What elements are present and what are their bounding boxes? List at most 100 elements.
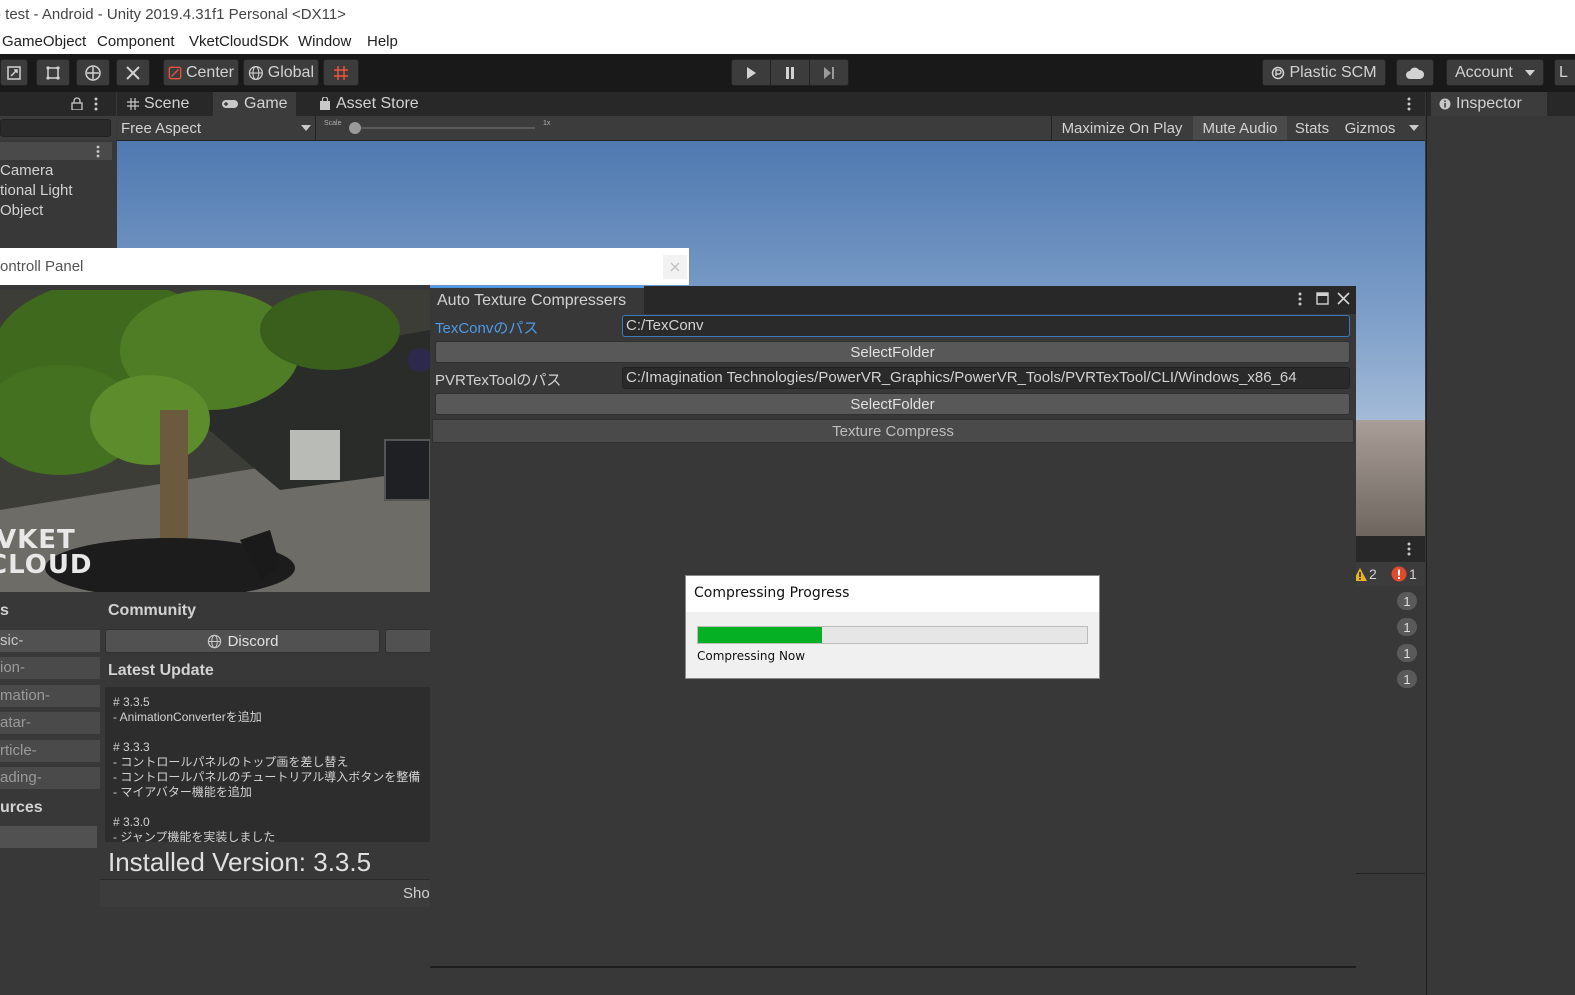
select-folder-label: SelectFolder bbox=[850, 395, 935, 413]
rect-tool-button[interactable] bbox=[36, 59, 70, 86]
pivot-center-button[interactable]: Center bbox=[163, 59, 239, 86]
changelog-line: - AnimationConverterを追加 bbox=[113, 710, 262, 724]
aspect-label: Free Aspect bbox=[121, 119, 202, 137]
tab-auto-texture[interactable]: Auto Texture Compressers bbox=[430, 286, 644, 314]
gizmos-toggle[interactable]: Gizmos bbox=[1337, 116, 1403, 140]
console-row-count-badge: 1 bbox=[1397, 644, 1417, 662]
account-dropdown[interactable]: Account bbox=[1446, 59, 1544, 86]
more-vertical-icon[interactable] bbox=[94, 97, 98, 111]
progress-bar-track bbox=[697, 626, 1088, 644]
show-button[interactable]: Sho bbox=[100, 879, 430, 907]
changelog-line: - マイアバター機能を追加 bbox=[113, 785, 252, 799]
step-button[interactable] bbox=[809, 59, 849, 86]
maximize-on-play-toggle[interactable]: Maximize On Play bbox=[1051, 116, 1192, 140]
close-icon bbox=[670, 262, 680, 272]
tab-inspector[interactable]: Inspector bbox=[1431, 92, 1547, 116]
globe-icon bbox=[248, 65, 263, 80]
hero-image: VKET CLOUD bbox=[0, 290, 430, 592]
side-item-action[interactable]: ion- bbox=[0, 657, 100, 679]
globe-icon bbox=[207, 634, 221, 648]
transform-tool-button[interactable] bbox=[76, 59, 110, 86]
hash-icon bbox=[127, 98, 139, 110]
pvrtextool-select-folder-button[interactable]: SelectFolder bbox=[435, 393, 1350, 415]
lock-icon[interactable] bbox=[71, 97, 83, 110]
cloud-button[interactable] bbox=[1396, 59, 1434, 86]
vket-cloud-logo: VKET CLOUD bbox=[0, 527, 93, 578]
texture-compress-label: Texture Compress bbox=[832, 422, 954, 440]
scale-slider-thumb[interactable] bbox=[349, 122, 361, 134]
progress-bar-fill bbox=[698, 627, 823, 643]
hierarchy-item-camera[interactable]: Camera bbox=[0, 162, 53, 179]
rect-tool-icon bbox=[46, 65, 60, 80]
scale-slider-track[interactable] bbox=[353, 127, 535, 129]
texconv-path-input[interactable]: C:/TexConv bbox=[622, 315, 1350, 337]
tab-scene[interactable]: Scene bbox=[119, 92, 197, 116]
scale-label: Scale bbox=[324, 120, 342, 127]
menu-component[interactable]: Component bbox=[97, 33, 175, 50]
console-row-count-badge: 1 bbox=[1397, 670, 1417, 688]
scale-tool-button[interactable] bbox=[0, 59, 28, 86]
changelog-line: # 3.3.3 bbox=[113, 740, 150, 754]
console-row-count-badge: 1 bbox=[1397, 592, 1417, 610]
more-vertical-icon[interactable] bbox=[1407, 542, 1411, 556]
side-item-particle[interactable]: rticle- bbox=[0, 740, 100, 762]
gizmos-label: Gizmos bbox=[1344, 119, 1396, 137]
plastic-scm-button[interactable]: Plastic SCM bbox=[1262, 59, 1386, 86]
discord-button[interactable]: Discord bbox=[105, 629, 380, 653]
layers-dropdown[interactable]: L bbox=[1554, 59, 1575, 86]
control-panel-close-button[interactable] bbox=[663, 255, 687, 279]
warning-count-toggle[interactable]: 2 bbox=[1353, 564, 1387, 584]
resources-button[interactable] bbox=[0, 826, 97, 848]
stats-toggle[interactable]: Stats bbox=[1288, 116, 1336, 140]
chevron-down-icon[interactable] bbox=[1409, 125, 1419, 132]
error-icon bbox=[1391, 566, 1407, 582]
pvrtextool-path-input[interactable]: C:/Imagination Technologies/PowerVR_Grap… bbox=[622, 367, 1350, 389]
account-label: Account bbox=[1455, 63, 1513, 81]
tab-scene-label: Scene bbox=[144, 95, 190, 112]
more-vertical-icon[interactable] bbox=[1407, 97, 1411, 111]
hierarchy-item-object[interactable]: Object bbox=[0, 202, 43, 219]
grid-snap-button[interactable] bbox=[323, 59, 359, 86]
pause-button[interactable] bbox=[770, 59, 810, 86]
pause-icon bbox=[786, 66, 794, 79]
menu-window[interactable]: Window bbox=[298, 33, 351, 50]
texture-compress-button[interactable]: Texture Compress bbox=[432, 419, 1354, 443]
window-title: - test - Android - Unity 2019.4.31f1 Per… bbox=[0, 6, 346, 23]
main-toolbar: Center Global Plastic SCM Account L bbox=[0, 54, 1575, 92]
more-vertical-icon[interactable] bbox=[96, 145, 100, 158]
tab-game[interactable]: Game bbox=[213, 92, 296, 116]
mute-label: Mute Audio bbox=[1202, 119, 1278, 137]
tab-inspector-label: Inspector bbox=[1456, 95, 1522, 112]
error-count-toggle[interactable]: 1 bbox=[1391, 564, 1425, 584]
custom-tools-button[interactable] bbox=[116, 59, 150, 86]
side-item-animation[interactable]: mation- bbox=[0, 685, 100, 707]
changelog-line: # 3.3.5 bbox=[113, 695, 150, 709]
side-item-avatar[interactable]: atar- bbox=[0, 712, 100, 734]
info-icon bbox=[1439, 98, 1451, 110]
side-item-loading[interactable]: ading- bbox=[0, 767, 100, 789]
space-global-button[interactable]: Global bbox=[243, 59, 319, 86]
menu-gameobject[interactable]: GameObject bbox=[2, 33, 86, 50]
progress-message: Compressing Now bbox=[697, 649, 806, 663]
maximize-icon[interactable] bbox=[1316, 292, 1329, 305]
side-item-basic[interactable]: sic- bbox=[0, 630, 100, 652]
control-panel-body: VKET CLOUD s sic- ion- mation- atar- rti… bbox=[0, 285, 445, 910]
hierarchy-item-directional-light[interactable]: tional Light bbox=[0, 182, 73, 199]
hierarchy-search-bar bbox=[0, 116, 116, 140]
menu-bar: GameObject Component VketCloudSDK Window… bbox=[0, 30, 1575, 54]
close-icon[interactable] bbox=[1337, 292, 1350, 305]
auto-texture-tab-bar: Auto Texture Compressers bbox=[430, 286, 1356, 314]
aspect-dropdown[interactable]: Free Aspect bbox=[117, 116, 316, 140]
more-vertical-icon[interactable] bbox=[1298, 292, 1302, 306]
mute-audio-toggle[interactable]: Mute Audio bbox=[1193, 116, 1287, 140]
hierarchy-search-input[interactable] bbox=[0, 119, 111, 137]
scene-tab-bar: Scene Game Asset Store bbox=[117, 92, 1425, 116]
texconv-select-folder-button[interactable]: SelectFolder bbox=[435, 341, 1350, 363]
installed-version: Installed Version: 3.3.5 bbox=[108, 847, 372, 877]
menu-vketcloudsdk[interactable]: VketCloudSDK bbox=[189, 33, 289, 50]
scene-header-row[interactable] bbox=[0, 142, 112, 160]
tab-asset-store[interactable]: Asset Store bbox=[311, 92, 427, 116]
play-button[interactable] bbox=[731, 59, 771, 86]
menu-help[interactable]: Help bbox=[367, 33, 398, 50]
game-view-toolbar: Free Aspect Scale 1x Maximize On Play Mu… bbox=[117, 116, 1425, 141]
